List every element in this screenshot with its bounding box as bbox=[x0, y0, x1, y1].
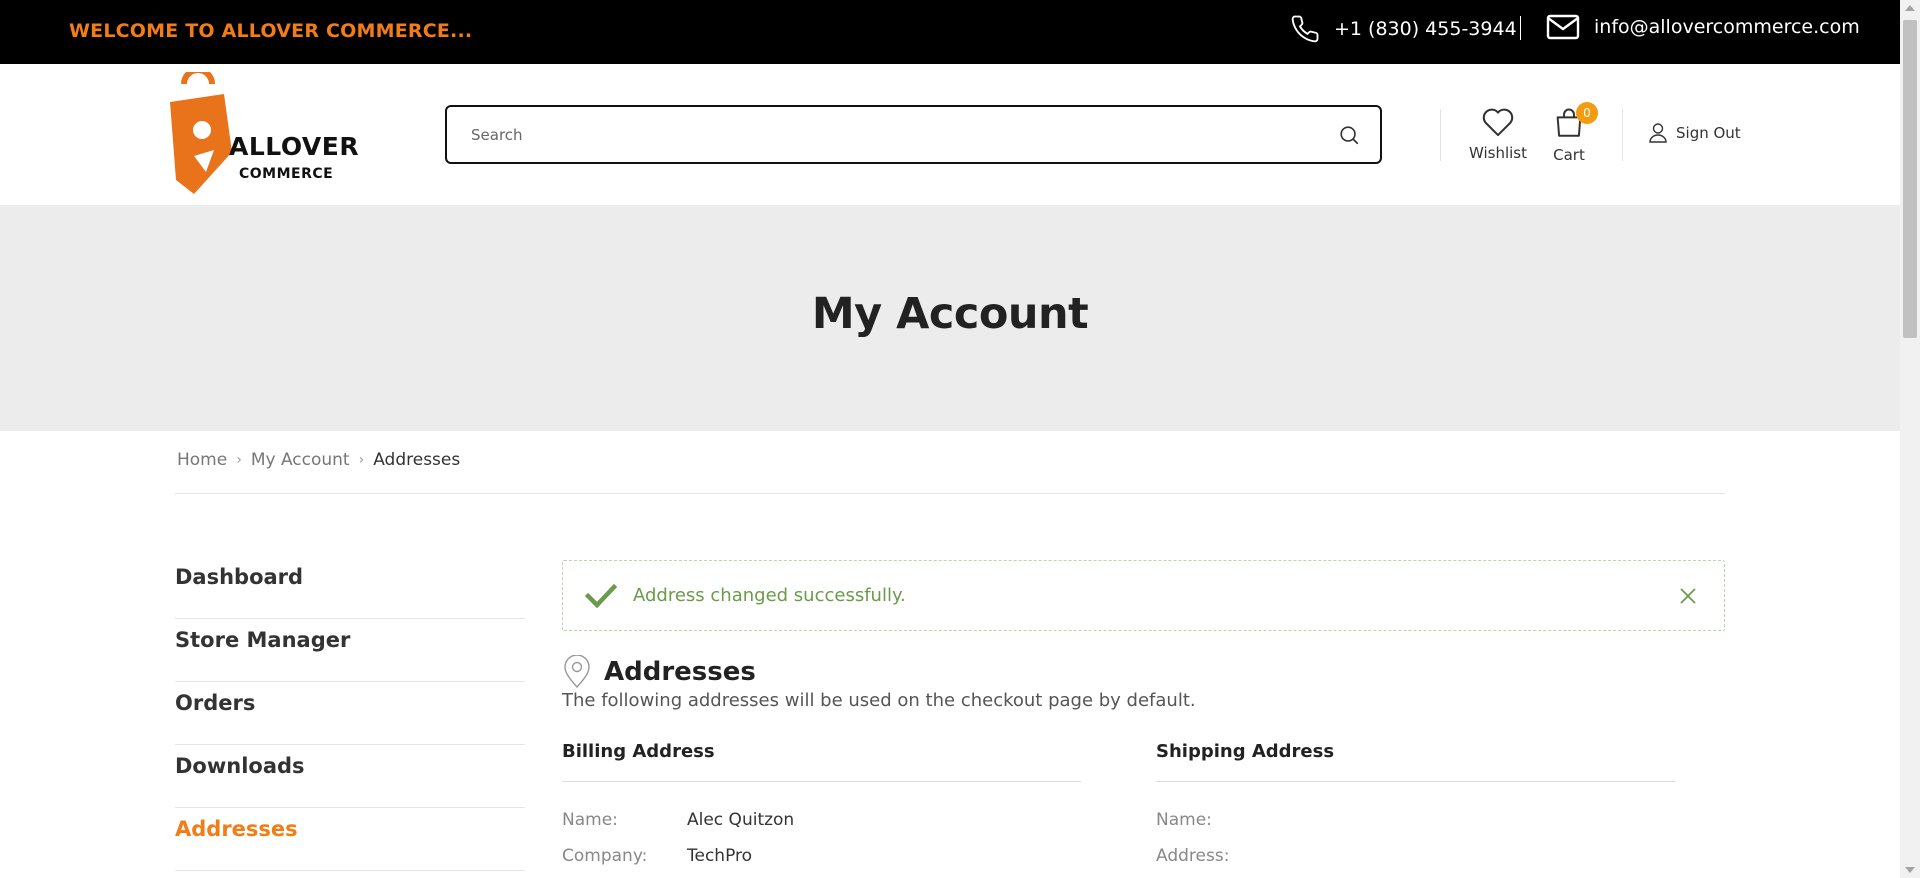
billing-name-value: Alec Quitzon bbox=[687, 810, 795, 830]
billing-divider bbox=[562, 781, 1081, 782]
cart-label: Cart bbox=[1553, 146, 1585, 164]
logo-text-secondary: COMMERCE bbox=[239, 166, 334, 182]
mail-icon bbox=[1546, 14, 1580, 40]
success-alert: Address changed successfully. bbox=[562, 560, 1725, 631]
shipping-name-label: Name: bbox=[1156, 810, 1212, 830]
scroll-up-icon[interactable] bbox=[1905, 5, 1915, 11]
sidebar-item-addresses[interactable]: Addresses bbox=[175, 808, 525, 871]
page-hero: My Account bbox=[0, 205, 1900, 431]
shopping-bag-logo-icon bbox=[170, 72, 232, 194]
site-logo[interactable]: ALLOVER COMMERCE bbox=[166, 72, 359, 196]
addresses-title: Addresses bbox=[604, 657, 756, 687]
billing-address-title: Billing Address bbox=[562, 741, 715, 762]
header-divider bbox=[1440, 109, 1441, 161]
email-contact[interactable]: info@allovercommerce.com bbox=[1546, 14, 1860, 40]
billing-name-label: Name: bbox=[562, 810, 618, 830]
breadcrumb-account[interactable]: My Account bbox=[251, 450, 350, 470]
billing-company-label: Company: bbox=[562, 846, 648, 866]
shipping-address-label: Address: bbox=[1156, 846, 1230, 866]
search-icon[interactable] bbox=[1338, 124, 1360, 146]
breadcrumb-divider bbox=[175, 493, 1725, 494]
wishlist-link[interactable]: Wishlist bbox=[1468, 106, 1528, 162]
breadcrumb: Home › My Account › Addresses bbox=[177, 450, 460, 470]
addresses-description: The following addresses will be used on … bbox=[562, 690, 1196, 711]
sign-out-label: Sign Out bbox=[1676, 124, 1741, 142]
page-title: My Account bbox=[811, 289, 1089, 339]
billing-company-value: TechPro bbox=[687, 846, 753, 866]
logo-text-primary: ALLOVER bbox=[229, 132, 360, 161]
check-icon bbox=[585, 583, 617, 609]
sidebar-item-downloads[interactable]: Downloads bbox=[175, 745, 525, 808]
user-icon bbox=[1649, 123, 1667, 143]
wishlist-label: Wishlist bbox=[1468, 144, 1528, 162]
site-header: ALLOVER COMMERCE Wishlist 0 Cart Sign Ou… bbox=[0, 64, 1900, 205]
welcome-text: WELCOME TO ALLOVER COMMERCE... bbox=[69, 20, 473, 42]
page-scrollbar[interactable] bbox=[1900, 0, 1920, 878]
scroll-down-icon[interactable] bbox=[1905, 867, 1915, 873]
breadcrumb-home[interactable]: Home bbox=[177, 450, 227, 470]
header-divider bbox=[1622, 109, 1623, 161]
phone-contact[interactable]: +1 (830) 455-3944 bbox=[1290, 14, 1517, 44]
alert-message: Address changed successfully. bbox=[633, 585, 906, 606]
top-bar: WELCOME TO ALLOVER COMMERCE... +1 (830) … bbox=[0, 0, 1900, 64]
phone-number: +1 (830) 455-3944 bbox=[1334, 18, 1517, 40]
shipping-divider bbox=[1156, 781, 1675, 782]
map-pin-icon bbox=[564, 655, 590, 689]
breadcrumb-current: Addresses bbox=[373, 450, 461, 470]
addresses-heading: Addresses bbox=[562, 655, 756, 689]
chevron-right-icon: › bbox=[358, 452, 365, 468]
phone-icon bbox=[1291, 15, 1319, 43]
sidebar-item-store-manager[interactable]: Store Manager bbox=[175, 619, 525, 682]
email-address: info@allovercommerce.com bbox=[1594, 16, 1860, 38]
heart-icon bbox=[1482, 108, 1514, 137]
cart-link[interactable]: 0 Cart bbox=[1546, 102, 1598, 164]
scrollbar-thumb[interactable] bbox=[1903, 20, 1917, 338]
close-icon[interactable] bbox=[1678, 586, 1698, 606]
shipping-address-title: Shipping Address bbox=[1156, 741, 1335, 762]
sidebar-item-orders[interactable]: Orders bbox=[175, 682, 525, 745]
sidebar-item-dashboard[interactable]: Dashboard bbox=[175, 556, 525, 619]
account-sidebar: Dashboard Store Manager Orders Downloads… bbox=[175, 556, 525, 871]
chevron-right-icon: › bbox=[236, 452, 242, 468]
sign-out-link[interactable]: Sign Out bbox=[1648, 122, 1741, 144]
search-box bbox=[445, 105, 1382, 164]
search-input[interactable] bbox=[471, 121, 1311, 149]
cart-count-badge: 0 bbox=[1576, 102, 1598, 124]
topbar-divider bbox=[1520, 16, 1521, 40]
